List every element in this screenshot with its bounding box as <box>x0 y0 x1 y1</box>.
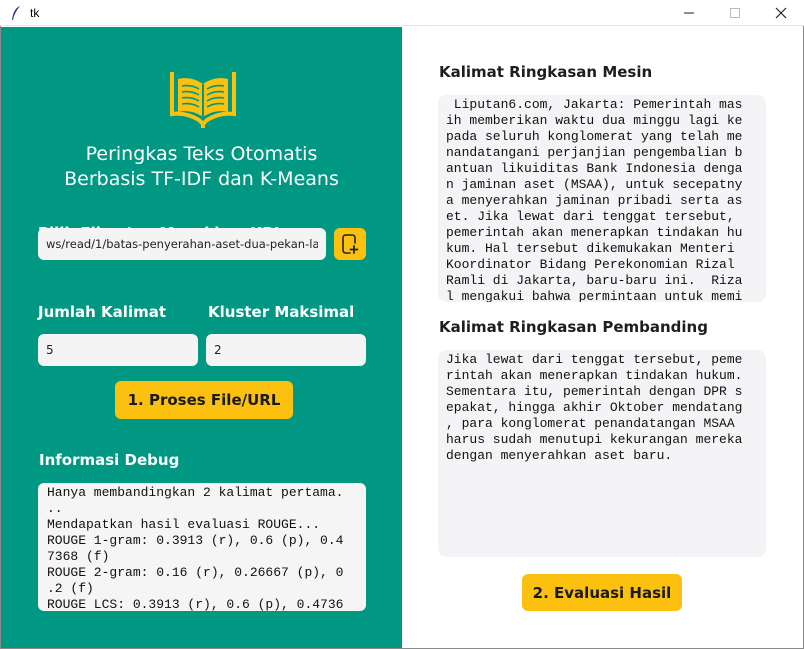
max-cluster-input[interactable] <box>206 334 366 366</box>
summary-line: antuan likuiditas Bank Indonesia denga <box>446 161 743 176</box>
reference-summary-title: Kalimat Ringkasan Pembanding <box>439 318 708 336</box>
reference-line: , para konglomerat penandatangan MSAA <box>446 416 735 431</box>
debug-info-label: Informasi Debug <box>39 451 180 469</box>
reference-summary-box[interactable]: Jika lewat dari tenggat tersebut, peme r… <box>438 350 766 557</box>
summary-line: kum. Hal tersebut dikemukakan Menteri <box>446 241 735 256</box>
heading-line-1: Peringkas Teks Otomatis <box>85 143 318 165</box>
machine-summary-box[interactable]: Liputan6.com, Jakarta: Pemerintah mas ih… <box>438 95 766 302</box>
feather-icon <box>12 6 20 20</box>
heading-line-2: Berbasis TF-IDF dan K-Means <box>64 168 339 190</box>
reference-line: rintah akan menerapkan tindakan hukum. <box>446 368 743 383</box>
debug-line: .. <box>47 501 63 516</box>
summary-line: l mengakui bahwa permintaan untuk memi <box>446 289 743 302</box>
choose-file-button[interactable] <box>334 228 366 260</box>
debug-line: ROUGE 1-gram: 0.3913 (r), 0.6 (p), 0.4 <box>47 533 344 548</box>
add-file-icon <box>342 234 359 254</box>
summary-line: Koordinator Bidang Perekonomian Rizal <box>446 257 735 272</box>
debug-line: ROUGE 2-gram: 0.16 (r), 0.26667 (p), 0 <box>47 565 344 580</box>
window-title: tk <box>30 6 40 20</box>
book-with-laurel-icon <box>170 72 236 128</box>
process-file-url-button[interactable]: 1. Proses File/URL <box>115 381 293 419</box>
minimize-icon <box>684 12 694 14</box>
reference-line: harus sudah menutupi kekurangan mereka <box>446 432 743 447</box>
summary-line: ih memberikan waktu dua minggu lagi ke <box>446 113 743 128</box>
machine-summary-title: Kalimat Ringkasan Mesin <box>439 63 653 81</box>
summary-line: et. Jika lewat dari tenggat tersebut, <box>446 209 735 224</box>
debug-line: 7368 (f) <box>47 549 110 564</box>
summary-line: Ramli di Jakarta, baru-baru ini. Riza <box>446 273 743 288</box>
summary-line: pemerintah akan menerapkan tindakan hu <box>446 225 743 240</box>
close-button[interactable] <box>758 0 804 26</box>
summary-line: n jaminan aset (MSAA), untuk secepatny <box>446 177 743 192</box>
reference-line: dengan menyerahkan aset baru. <box>446 448 673 463</box>
summary-line: a menyerahkan jaminan pribadi serta as <box>446 193 743 208</box>
summary-line: Liputan6.com, Jakarta: Pemerintah mas <box>446 97 743 112</box>
maximize-button[interactable] <box>712 0 758 26</box>
reference-line: epakat, hingga akhir Oktober mendatang <box>446 400 743 415</box>
sentence-count-label: Jumlah Kalimat <box>38 303 167 321</box>
debug-line: Hanya membandingkan 2 kalimat pertama. <box>47 485 344 500</box>
reference-line: Jika lewat dari tenggat tersebut, peme <box>446 352 743 367</box>
app-heading: Peringkas Teks Otomatis Berbasis TF-IDF … <box>1 142 402 192</box>
evaluate-results-button[interactable]: 2. Evaluasi Hasil <box>522 574 682 611</box>
url-input[interactable] <box>38 228 326 260</box>
debug-line: .2 (f) <box>47 581 94 596</box>
sentence-count-input[interactable] <box>38 334 198 366</box>
summary-line: pada seluruh konglomerat yang telah me <box>446 129 743 144</box>
window-titlebar: tk <box>0 0 804 26</box>
close-icon <box>775 7 787 19</box>
reference-line: Sementara itu, pemerintah dengan DPR s <box>446 384 743 399</box>
maximize-icon <box>730 8 740 18</box>
summary-line: nandatangani perjanjian pengembalian b <box>446 145 743 160</box>
debug-line: Mendapatkan hasil evaluasi ROUGE... <box>47 517 321 532</box>
max-cluster-label: Kluster Maksimal <box>208 303 355 321</box>
debug-line: ROUGE LCS: 0.3913 (r), 0.6 (p), 0.4736 <box>47 597 344 611</box>
minimize-button[interactable] <box>666 0 712 26</box>
debug-output-box[interactable]: Hanya membandingkan 2 kalimat pertama. .… <box>38 483 366 611</box>
